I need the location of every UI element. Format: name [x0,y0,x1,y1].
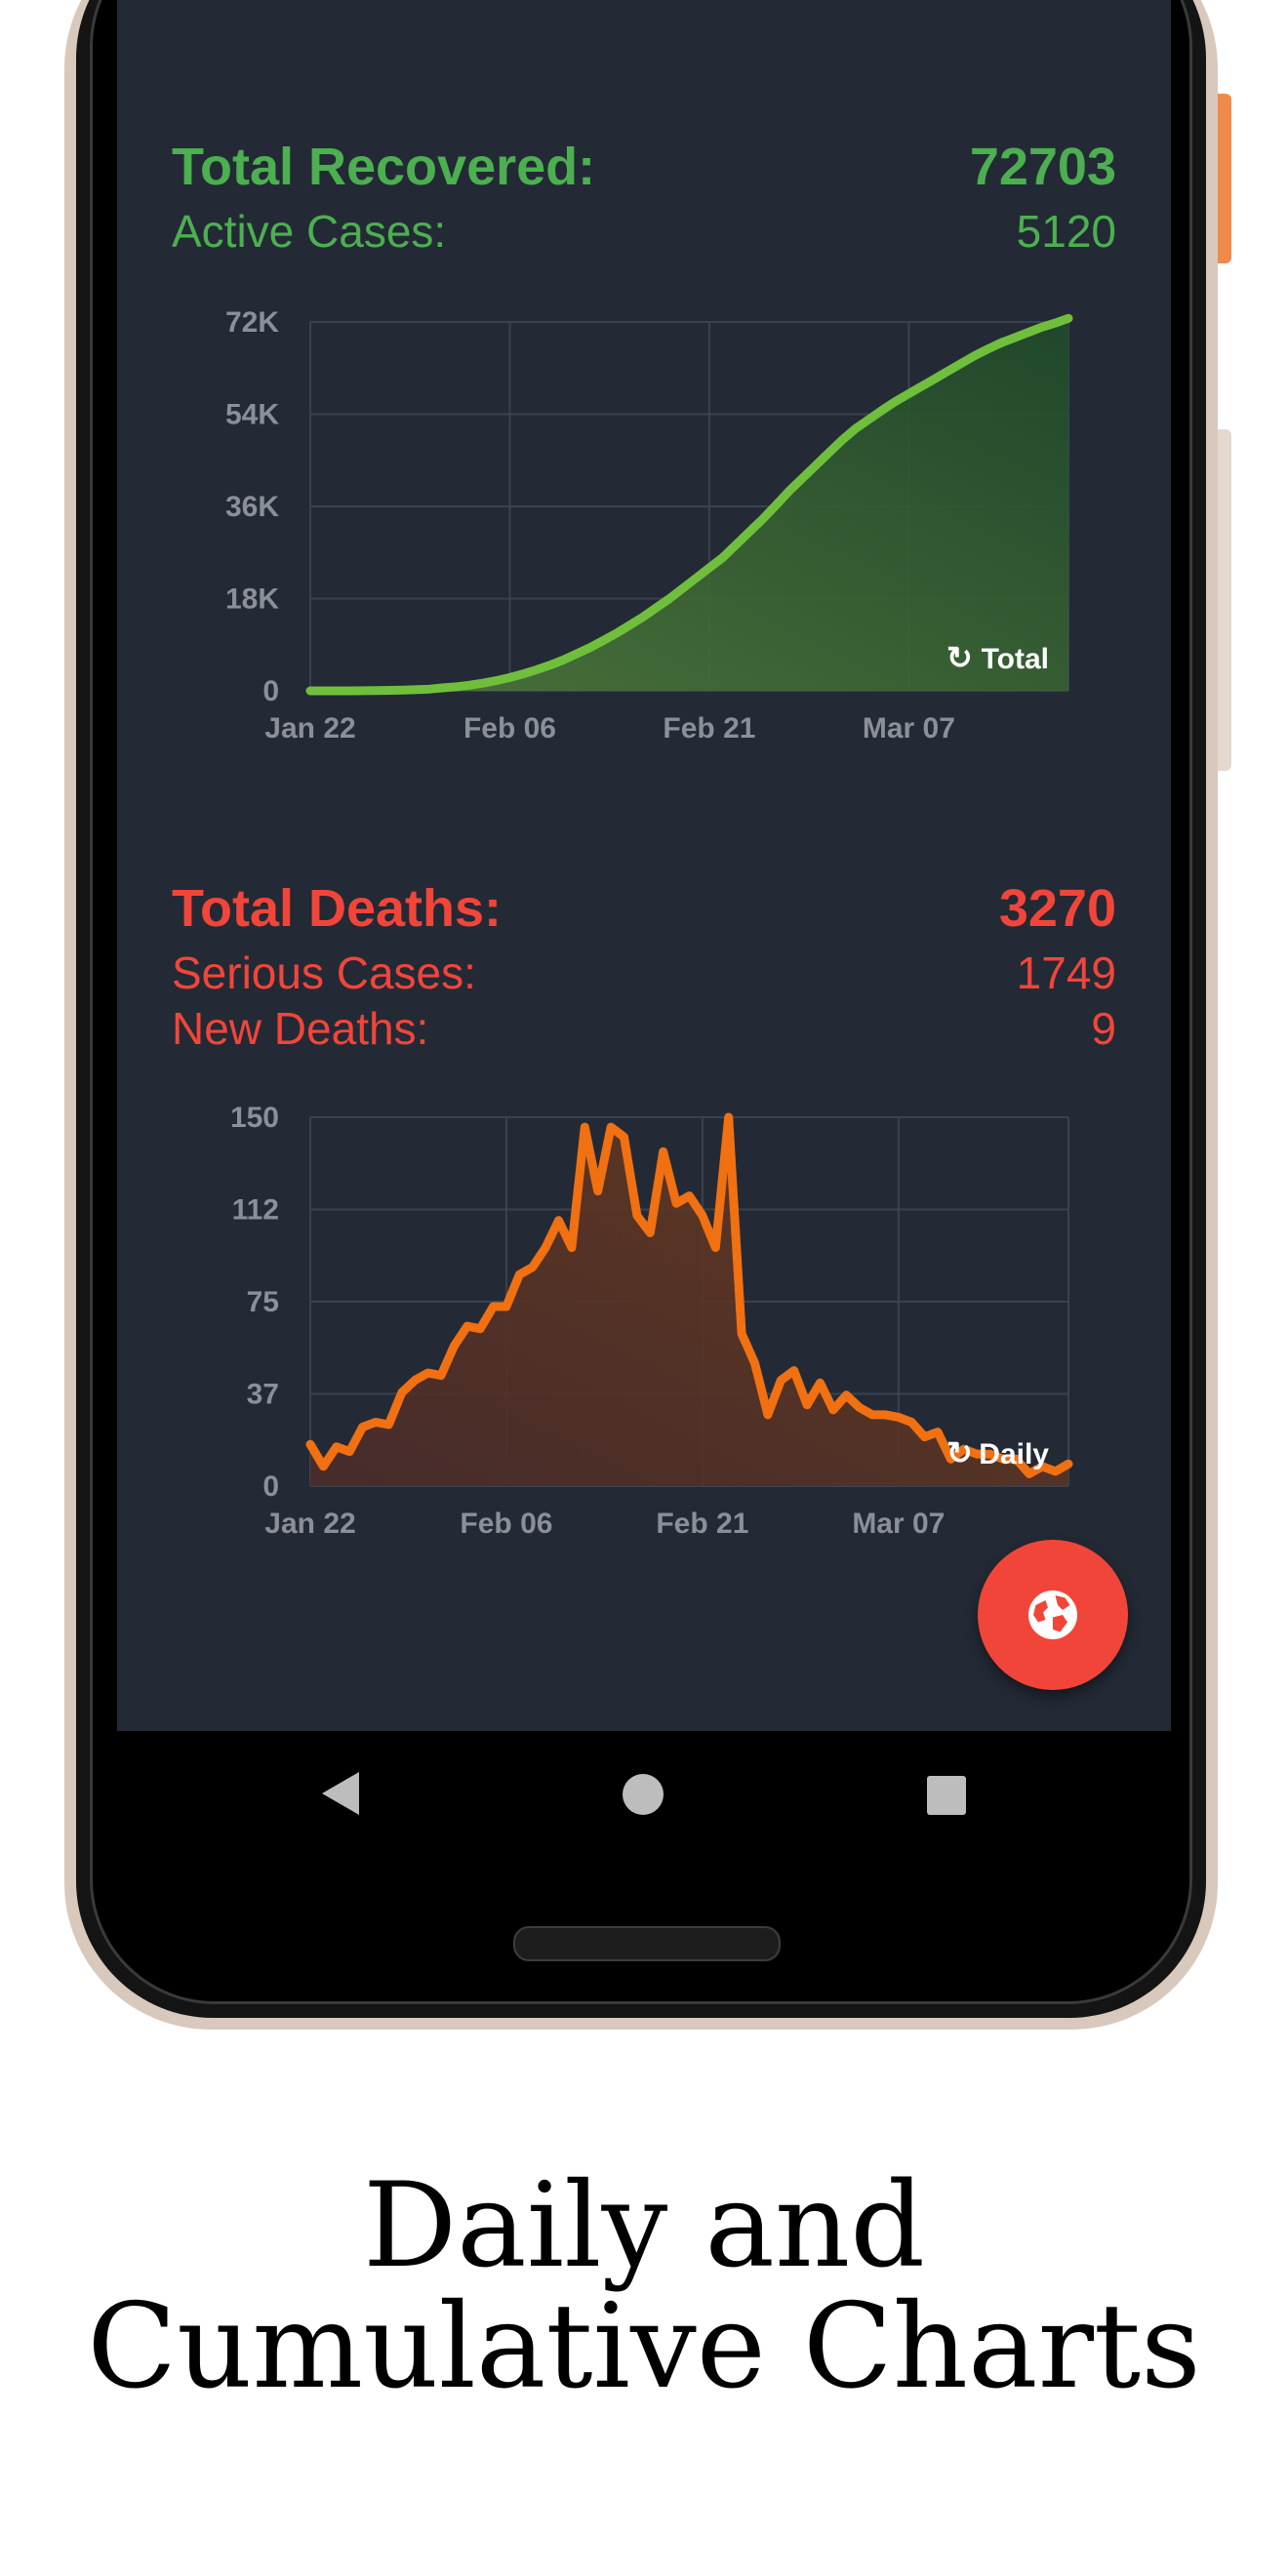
refresh-icon: ↻ [946,640,973,675]
active-cases-label: Active Cases: [172,206,447,257]
deaths-total-value: 3270 [998,879,1116,938]
power-button [1218,94,1231,263]
y-tick-label: 0 [262,1470,279,1503]
x-tick-label: Jan 22 [264,712,355,745]
recents-icon[interactable] [927,1776,966,1815]
y-tick-label: 36K [225,491,279,523]
app-screen: Total Recovered: 72703 Active Cases: 512… [117,0,1171,1731]
y-tick-label: 75 [247,1286,279,1318]
series-area [310,318,1068,691]
serious-cases-row: Serious Cases: 1749 [172,946,1116,999]
recovered-total-value: 72703 [969,138,1116,196]
recovered-total-row: Total Recovered: 72703 [172,137,1116,197]
caption-line-2: Cumulative Charts [87,2279,1201,2415]
x-tick-label: Feb 06 [463,712,556,745]
deaths-total-row: Total Deaths: 3270 [172,878,1116,939]
x-tick-label: Feb 06 [460,1508,552,1540]
caption-line-1: Daily and [362,2158,926,2294]
system-nav-bar [117,1731,1171,1858]
chart-mode-toggle[interactable]: Daily [979,1438,1049,1470]
chart-mode-toggle[interactable]: Total [982,643,1049,675]
y-tick-label: 0 [262,675,279,707]
home-icon[interactable] [623,1774,664,1815]
y-tick-label: 72K [225,306,279,339]
recovered-total-label: Total Recovered: [172,138,596,196]
globe-icon [1028,1590,1077,1639]
y-tick-label: 37 [247,1379,279,1411]
volume-button [1218,429,1231,771]
deaths-chart: 0 37 75 112 150 Jan 22 Feb 06 Feb 21 Mar 07 ↻ Dail… [117,1093,1171,1561]
globe-fab-button[interactable] [978,1540,1128,1690]
x-tick-label: Mar 07 [852,1508,945,1540]
active-cases-row: Active Cases: 5120 [172,205,1116,258]
new-deaths-label: New Deaths: [172,1003,429,1054]
y-tick-label: 150 [230,1102,279,1134]
deaths-total-label: Total Deaths: [172,879,503,938]
x-tick-label: Mar 07 [863,712,955,745]
recovered-chart: 0 18K 36K 54K 72K Jan 22 Feb 06 Feb 21 Mar 07 ↻ To… [117,293,1171,761]
y-tick-label: 54K [225,399,279,431]
phone-speaker [513,1926,781,1961]
caption: Daily and Cumulative Charts [0,2166,1288,2408]
serious-cases-value: 1749 [1016,947,1116,998]
new-deaths-value: 9 [1091,1003,1116,1054]
refresh-icon: ↻ [946,1435,973,1470]
back-icon[interactable] [322,1772,359,1815]
new-deaths-row: New Deaths: 9 [172,1002,1116,1055]
deaths-chart-svg: 0 37 75 112 150 Jan 22 Feb 06 Feb 21 Mar 07 ↻ Dail… [230,1102,1073,1540]
x-tick-label: Jan 22 [264,1508,355,1540]
recovered-chart-svg: 0 18K 36K 54K 72K Jan 22 Feb 06 Feb 21 Mar 07 ↻ To… [225,306,1073,745]
x-tick-label: Feb 21 [663,712,755,745]
x-tick-label: Feb 21 [656,1508,748,1540]
y-tick-label: 18K [225,584,279,616]
active-cases-value: 5120 [1016,206,1116,257]
y-tick-label: 112 [232,1194,279,1227]
serious-cases-label: Serious Cases: [172,947,476,998]
